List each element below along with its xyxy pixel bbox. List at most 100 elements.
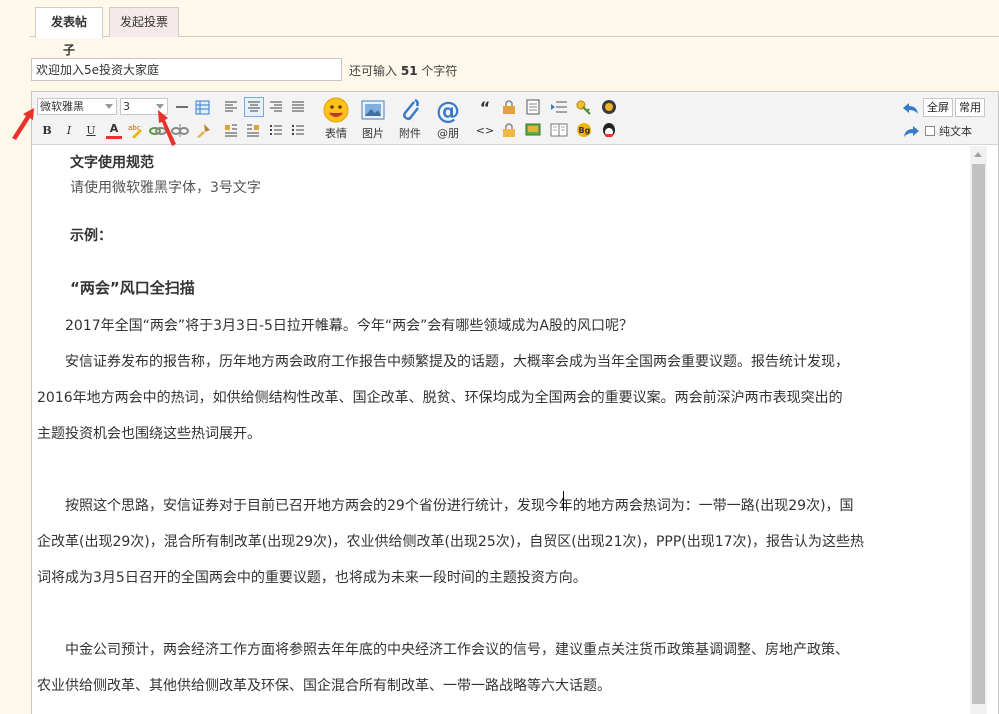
justify-icon [292, 101, 304, 112]
ordered-list-icon [270, 125, 282, 135]
red-arrow-icon [12, 108, 34, 140]
redo-button[interactable] [902, 123, 920, 139]
quote-button[interactable]: “ [477, 98, 493, 117]
font-family-value: 微软雅黑 [40, 100, 84, 113]
float-left-button[interactable] [223, 122, 239, 138]
image-label: 图片 [362, 127, 384, 140]
bold-button[interactable]: B [40, 122, 54, 138]
lock-icon [503, 123, 515, 137]
emoji-button[interactable]: 表情 [318, 97, 354, 141]
scroll-up-icon[interactable] [974, 152, 982, 157]
align-left-icon [225, 101, 237, 112]
font-family-select[interactable]: 微软雅黑 [37, 98, 117, 115]
media-button[interactable] [600, 99, 618, 115]
underline-button[interactable]: U [84, 122, 98, 138]
clear-format-button[interactable] [194, 122, 212, 138]
counter-count: 51 [400, 64, 418, 78]
paperclip-icon [402, 98, 419, 121]
article-title: “两会”风口全扫描 [70, 279, 195, 297]
content-scrollbar[interactable] [970, 146, 987, 714]
bg-badge-icon: Bg [577, 123, 591, 137]
plain-text-label: 纯文本 [939, 125, 972, 138]
tab-new-poll[interactable]: 发起投票 [109, 7, 179, 37]
password-button[interactable] [525, 122, 541, 138]
undo-button[interactable] [902, 100, 920, 116]
lock-free-icon [503, 100, 515, 114]
guide-text: 请使用微软雅黑字体，3号文字 [70, 180, 261, 196]
align-right-button[interactable] [268, 99, 284, 115]
font-color-button[interactable]: A [106, 121, 122, 139]
paragraph-line: 2017年全国“两会”将于3月3日-5日拉开帷幕。今年“两会”会有哪些领域成为A… [65, 318, 633, 334]
float-right-button[interactable] [245, 122, 261, 138]
user-key-button[interactable] [575, 99, 593, 115]
globe-icon [602, 100, 616, 114]
brush-icon [197, 124, 210, 138]
counter-suffix: 个字符 [421, 64, 458, 78]
chevron-down-icon [105, 104, 113, 109]
post-tabs: 发表帖子 发起投票 [30, 7, 999, 57]
italic-button[interactable]: I [62, 122, 76, 138]
image-icon [361, 100, 385, 120]
subject-input[interactable] [31, 58, 342, 81]
free-content-button[interactable] [501, 99, 517, 115]
align-center-button[interactable] [244, 97, 264, 117]
insert-image-button[interactable]: 图片 [355, 97, 391, 141]
align-left-button[interactable] [223, 99, 239, 115]
paragraph-line: 安信证券发布的报告称，历年地方两会政府工作报告中频繁提及的话题，大概率会成为当年… [65, 354, 849, 370]
svg-text:@: @ [436, 97, 460, 123]
background-color-button[interactable]: abc [128, 122, 144, 138]
example-label: 示例： [70, 228, 112, 244]
font-size-value: 3 [123, 100, 130, 113]
redo-arrow-icon [904, 126, 919, 137]
text-caret [563, 491, 564, 511]
paragraph-line: 中金公司预计，两会经济工作方面将参照去年年底的中央经济工作会议的信号，建议重点关… [65, 642, 849, 658]
mention-label: @朋 [437, 127, 459, 140]
code-button[interactable]: <> [476, 122, 494, 138]
align-right-icon [270, 101, 282, 112]
paragraph-line: 主题投资机会也围绕这些热词展开。 [37, 426, 261, 442]
page-button[interactable] [525, 99, 541, 115]
paragraph-line: 企改革(出现29次)，混合所有制改革(出现29次)，农业供给侧改革(出现25次)… [37, 534, 865, 550]
smiley-icon [323, 97, 349, 123]
columns-icon [550, 123, 568, 137]
index-button[interactable] [550, 99, 568, 115]
paragraph-line: 2016年地方两会中的热词，如供给侧结构性改革、国企改革、脱贫、环保均成为全国两… [37, 390, 843, 406]
mention-button[interactable]: @ @朋 [430, 97, 466, 141]
rich-text-editor: 微软雅黑 3 B I U A abc 表情 图片 附件 @ @朋 “ <> Bg… [31, 91, 999, 714]
plain-text-checkbox[interactable] [925, 126, 935, 136]
unordered-list-button[interactable] [290, 122, 306, 138]
attachment-label: 附件 [399, 127, 421, 140]
ordered-list-button[interactable] [268, 122, 284, 138]
bgcolor-button[interactable]: Bg [575, 122, 593, 138]
table-button[interactable] [194, 99, 210, 115]
fullscreen-button[interactable]: 全屏 [923, 98, 953, 117]
penguin-icon [603, 123, 615, 137]
unordered-list-icon [291, 124, 304, 136]
paragraph-line: 按照这个思路，安信证券对于目前已召开地方两会的29个省份进行统计，发现今年的地方… [65, 498, 854, 514]
attachment-button[interactable]: 附件 [392, 97, 428, 141]
at-sign-icon: @ [436, 97, 460, 123]
table-icon [195, 100, 209, 114]
editor-content[interactable]: 文字使用规范 请使用微软雅黑字体，3号文字 示例： “两会”风口全扫描 2017… [32, 146, 972, 714]
char-counter: 还可输入 51 个字符 [349, 62, 457, 79]
align-justify-icon [248, 101, 260, 112]
svg-text:Bg: Bg [579, 126, 591, 135]
common-button[interactable]: 常用 [955, 98, 985, 117]
screen-icon [525, 123, 541, 136]
float-left-icon [225, 124, 237, 137]
qq-button[interactable] [600, 122, 618, 138]
highlighter-icon: abc [128, 124, 142, 138]
index-icon [551, 101, 567, 113]
paragraph-line: 词将成为3月5日召开的全国两会中的重要议题，也将成为未来一段时间的主题投资方向。 [37, 570, 587, 586]
page-icon [526, 99, 540, 115]
tab-new-post[interactable]: 发表帖子 [35, 7, 103, 57]
guide-title: 文字使用规范 [70, 155, 154, 171]
counter-prefix: 还可输入 [349, 64, 398, 78]
undo-arrow-icon [903, 103, 918, 114]
columns-button[interactable] [550, 122, 568, 138]
hidden-content-button[interactable] [501, 122, 517, 138]
red-arrow-icon [158, 110, 176, 146]
scroll-thumb[interactable] [972, 164, 985, 704]
emoji-label: 表情 [325, 127, 347, 140]
align-justify-button[interactable] [290, 99, 306, 115]
